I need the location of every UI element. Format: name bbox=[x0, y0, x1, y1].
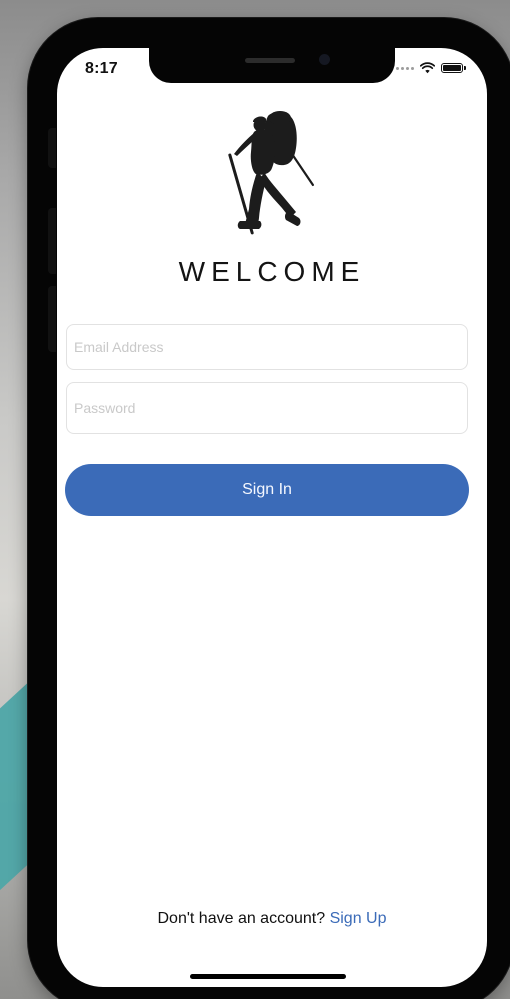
side-button-silent bbox=[48, 128, 56, 168]
password-field[interactable] bbox=[66, 382, 468, 434]
signal-icon bbox=[396, 66, 414, 70]
notch bbox=[149, 48, 395, 83]
welcome-title: WELCOME bbox=[178, 256, 366, 287]
sign-in-button[interactable]: Sign In bbox=[65, 464, 469, 516]
app-screen: 8:17 WELCOME Email Address Sign In Don't… bbox=[57, 48, 487, 987]
camera-icon bbox=[319, 54, 330, 65]
speaker-icon bbox=[245, 58, 295, 63]
status-time: 8:17 bbox=[85, 60, 118, 77]
status-icons bbox=[396, 62, 466, 74]
home-indicator bbox=[190, 974, 346, 979]
wifi-icon bbox=[420, 62, 435, 74]
email-field[interactable] bbox=[66, 324, 468, 370]
side-button-volume-up bbox=[48, 208, 56, 274]
battery-icon bbox=[441, 63, 466, 73]
side-button-volume-down bbox=[48, 286, 56, 352]
sign-up-link[interactable]: Sign Up bbox=[330, 910, 387, 927]
hiker-icon bbox=[228, 111, 315, 235]
signup-prompt: Don't have an account? Sign Up bbox=[57, 910, 487, 928]
signup-prompt-text: Don't have an account? bbox=[157, 910, 330, 927]
